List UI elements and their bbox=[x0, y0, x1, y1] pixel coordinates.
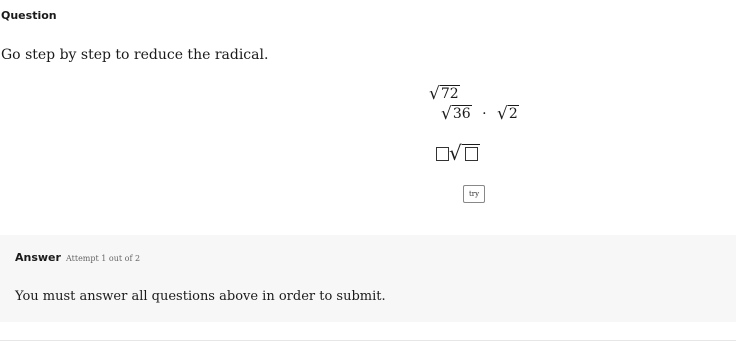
radical-expression-step1: √72 bbox=[429, 84, 460, 104]
radical: √72 bbox=[429, 84, 460, 104]
answer-entry-row: √ bbox=[436, 141, 480, 165]
radicand-input-box[interactable] bbox=[464, 147, 478, 161]
radicand-entry bbox=[461, 144, 480, 161]
radical-right: √2 bbox=[497, 104, 519, 124]
radical-expression-step2: √36 · √2 bbox=[441, 104, 519, 124]
coefficient-input-box[interactable] bbox=[436, 147, 449, 161]
sqrt-icon: √ bbox=[441, 104, 452, 124]
sqrt-icon: √ bbox=[497, 104, 508, 124]
sqrt-icon: √ bbox=[449, 141, 462, 165]
divider bbox=[0, 340, 736, 341]
radicand: 72 bbox=[439, 85, 460, 102]
sqrt-icon: √ bbox=[429, 84, 440, 104]
question-heading: Question bbox=[1, 9, 57, 22]
multiply-operator: · bbox=[482, 106, 487, 122]
radical-left: √36 bbox=[441, 104, 472, 124]
radicand-left: 36 bbox=[451, 105, 472, 122]
answer-panel: Answer Attempt 1 out of 2 You must answe… bbox=[0, 235, 736, 322]
try-button[interactable]: try bbox=[463, 185, 485, 203]
question-prompt: Go step by step to reduce the radical. bbox=[1, 47, 269, 63]
answer-title: Answer bbox=[15, 251, 61, 264]
radicand-right: 2 bbox=[507, 105, 519, 122]
attempt-counter: Attempt 1 out of 2 bbox=[66, 254, 141, 263]
answer-message: You must answer all questions above in o… bbox=[15, 289, 386, 304]
